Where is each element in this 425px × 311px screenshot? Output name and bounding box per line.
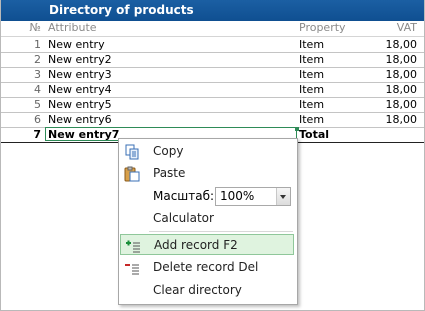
- row-attribute: New entry: [48, 38, 105, 51]
- row-property: Total: [299, 128, 330, 141]
- row-vat: 18,00: [385, 38, 418, 51]
- row-attribute: New entry3: [48, 68, 112, 81]
- row-number: 4: [34, 83, 41, 96]
- row-property: Item: [299, 83, 325, 96]
- row-attribute: New entry6: [48, 113, 112, 126]
- menu-item-label: Clear directory: [153, 283, 242, 297]
- column-header-attribute[interactable]: Attribute: [48, 21, 97, 34]
- row-attribute: New entry5: [48, 98, 112, 111]
- menu-item-label: Calculator: [153, 211, 214, 225]
- zoom-value: 100%: [220, 189, 255, 203]
- row-number: 6: [34, 113, 41, 126]
- context-menu: Copy Paste Масштаб: 100% Calculator Add …: [118, 138, 298, 305]
- menu-item-clear-directory[interactable]: Clear directory: [120, 280, 294, 301]
- delete-record-icon: [124, 260, 140, 276]
- table-row[interactable]: 1 New entry Item 18,00: [1, 37, 424, 53]
- menu-item-add-record[interactable]: Add record F2: [120, 234, 294, 255]
- paste-icon: [124, 166, 140, 182]
- row-number: 2: [34, 53, 41, 66]
- menu-item-calculator[interactable]: Calculator: [120, 208, 294, 229]
- row-vat: 18,00: [385, 68, 418, 81]
- row-property: Item: [299, 53, 325, 66]
- table-header: № Attribute Property VAT: [1, 21, 424, 37]
- row-attribute: New entry2: [48, 53, 112, 66]
- row-number: 3: [34, 68, 41, 81]
- zoom-label: Масштаб:: [153, 189, 215, 203]
- row-attribute: New entry4: [48, 83, 112, 96]
- row-property: Item: [299, 38, 325, 51]
- row-vat: 18,00: [385, 83, 418, 96]
- window-title-bar: Directory of products: [1, 0, 424, 21]
- menu-item-label: Copy: [153, 144, 184, 158]
- menu-item-delete-record[interactable]: Delete record Del: [120, 257, 294, 278]
- table-row[interactable]: 2 New entry2 Item 18,00: [1, 52, 424, 68]
- table-row[interactable]: 3 New entry3 Item 18,00: [1, 67, 424, 83]
- table-row[interactable]: 5 New entry5 Item 18,00: [1, 97, 424, 113]
- column-header-number[interactable]: №: [1, 21, 41, 34]
- menu-item-copy[interactable]: Copy: [120, 141, 294, 162]
- column-header-vat[interactable]: VAT: [361, 21, 417, 34]
- menu-item-label: Delete record Del: [153, 260, 259, 274]
- row-vat: 18,00: [385, 113, 418, 126]
- row-property: Item: [299, 113, 325, 126]
- add-record-icon: [125, 238, 141, 254]
- row-property: Item: [299, 68, 325, 81]
- table-row[interactable]: 6 New entry6 Item 18,00: [1, 112, 424, 128]
- row-vat: 18,00: [385, 98, 418, 111]
- copy-icon: [124, 144, 140, 160]
- menu-item-paste[interactable]: Paste: [120, 163, 294, 184]
- row-attribute[interactable]: New entry7: [48, 127, 119, 142]
- row-number: 1: [34, 38, 41, 51]
- menu-item-zoom: Масштаб: 100%: [120, 186, 294, 209]
- row-number: 5: [34, 98, 41, 111]
- column-header-property[interactable]: Property: [299, 21, 346, 34]
- zoom-select[interactable]: 100%: [215, 187, 291, 206]
- table-row[interactable]: 4 New entry4 Item 18,00: [1, 82, 424, 98]
- row-property: Item: [299, 98, 325, 111]
- row-number: 7: [33, 128, 41, 141]
- menu-separator: [149, 231, 293, 232]
- row-vat: 18,00: [385, 53, 418, 66]
- chevron-down-icon[interactable]: [276, 188, 290, 205]
- menu-item-label: Add record F2: [154, 238, 238, 252]
- menu-item-label: Paste: [153, 166, 186, 180]
- window-title: Directory of products: [49, 3, 194, 17]
